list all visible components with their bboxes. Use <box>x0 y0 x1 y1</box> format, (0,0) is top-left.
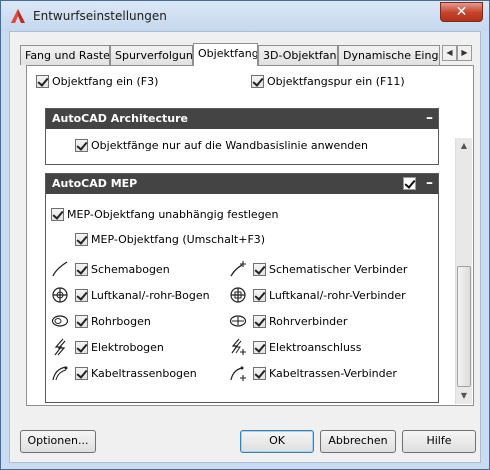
tab-dynamische-eingabe[interactable]: Dynamische Eingabe <box>338 45 440 65</box>
ok-button[interactable]: OK <box>240 430 314 453</box>
tab-3d-objektfang[interactable]: 3D-Objektfang <box>258 45 338 65</box>
window-title: Entwurfseinstellungen <box>33 9 167 23</box>
checkbox[interactable] <box>253 314 266 328</box>
scroll-down-icon[interactable]: ▼ <box>456 388 472 404</box>
kabeltrassen-verbinder-label: Kabeltrassen-Verbinder <box>269 366 397 380</box>
dialog-client-area: Fang und Raster Spurverfolgung Objektfan… <box>9 31 481 463</box>
mep-enable-checkbox[interactable] <box>403 177 416 190</box>
cable-tray-curve-icon <box>52 366 68 381</box>
tab-spurverfolgung[interactable]: Spurverfolgung <box>110 45 193 65</box>
mep-title: AutoCAD MEP <box>52 177 138 190</box>
mep-unabhaengig-checkbox[interactable]: MEP-Objektfang unabhängig festlegen <box>51 206 278 222</box>
schematischer-verbinder-label: Schematischer Verbinder <box>269 262 408 276</box>
schematic-connector-icon <box>230 261 246 277</box>
electrical-curve-icon <box>54 338 66 356</box>
objektfang-ein-label: Objektfang ein (F3) <box>52 74 159 88</box>
objektfangspur-ein-label: Objektfangspur ein (F11) <box>267 74 405 88</box>
checkbox[interactable] <box>75 288 88 302</box>
luftkanal-bogen-checkbox[interactable]: Luftkanal/-rohr-Bogen <box>75 287 210 303</box>
checkbox[interactable] <box>253 366 266 380</box>
checkbox[interactable] <box>75 232 88 246</box>
objektfang-panel: Objektfang ein (F3) Objektfangspur ein (… <box>26 65 474 406</box>
kabeltrassenbogen-checkbox[interactable]: Kabeltrassenbogen <box>75 365 197 381</box>
schematic-arc-icon <box>52 261 68 277</box>
objektfang-ein-checkbox[interactable]: Objektfang ein (F3) <box>36 73 158 89</box>
checkbox[interactable] <box>75 262 88 276</box>
schematischer-verbinder-checkbox[interactable]: Schematischer Verbinder <box>253 261 407 277</box>
help-button[interactable]: Hilfe <box>402 430 476 453</box>
mep-umschalt-label: MEP-Objektfang (Umschalt+F3) <box>91 232 266 246</box>
checkbox[interactable] <box>253 262 266 276</box>
dialog-window: Entwurfseinstellungen ✕ Fang und Raster … <box>0 0 490 470</box>
luftkanal-verbinder-label: Luftkanal/-rohr-Verbinder <box>269 288 406 302</box>
tab-objektfang[interactable]: Objektfang <box>193 43 258 66</box>
elektrobogen-checkbox[interactable]: Elektrobogen <box>75 339 164 355</box>
cancel-button[interactable]: Abbrechen <box>320 430 396 453</box>
mep-group: AutoCAD MEP – MEP-Objektfang unabhängig … <box>45 173 439 403</box>
checkbox[interactable] <box>75 138 88 152</box>
duct-connector-icon <box>230 287 246 303</box>
architecture-group: AutoCAD Architecture – Objektfänge nur a… <box>45 108 439 165</box>
vertical-scrollbar[interactable]: ▲ ▼ <box>455 138 472 404</box>
architecture-title: AutoCAD Architecture <box>52 112 188 125</box>
kabeltrassenbogen-label: Kabeltrassenbogen <box>91 366 197 380</box>
objektfangspur-ein-checkbox[interactable]: Objektfangspur ein (F11) <box>251 73 405 89</box>
checkbox[interactable] <box>36 74 49 88</box>
checkbox[interactable] <box>251 74 264 88</box>
tab-strip: Fang und Raster Spurverfolgung Objektfan… <box>20 43 472 66</box>
tab-scroll-left-button[interactable]: ◀ <box>442 45 457 61</box>
checkbox[interactable] <box>75 340 88 354</box>
tab-scroll-right-button[interactable]: ▶ <box>457 45 472 61</box>
elektroanschluss-label: Elektroanschluss <box>269 340 362 354</box>
wandbasislinie-checkbox[interactable]: Objektfänge nur auf die Wandbasislinie a… <box>75 137 368 153</box>
rohrverbinder-label: Rohrverbinder <box>269 314 348 328</box>
checkbox[interactable] <box>75 366 88 380</box>
title-bar[interactable]: Entwurfseinstellungen ✕ <box>1 1 489 31</box>
schemabogen-label: Schemabogen <box>91 262 170 276</box>
tab-fang-und-raster[interactable]: Fang und Raster <box>20 45 110 65</box>
autocad-a-icon <box>11 9 25 23</box>
pipe-connector-icon <box>229 315 247 327</box>
elektroanschluss-checkbox[interactable]: Elektroanschluss <box>253 339 361 355</box>
checkbox[interactable] <box>253 340 266 354</box>
mep-umschalt-checkbox[interactable]: MEP-Objektfang (Umschalt+F3) <box>75 231 265 247</box>
options-button[interactable]: Optionen... <box>20 430 96 453</box>
schemabogen-checkbox[interactable]: Schemabogen <box>75 261 170 277</box>
kabeltrassen-verbinder-checkbox[interactable]: Kabeltrassen-Verbinder <box>253 365 397 381</box>
collapse-icon[interactable]: – <box>426 110 433 126</box>
elektrobogen-label: Elektrobogen <box>91 340 164 354</box>
wandbasislinie-label: Objektfänge nur auf die Wandbasislinie a… <box>91 138 369 152</box>
mep-header[interactable]: AutoCAD MEP – <box>46 174 438 194</box>
scroll-up-icon[interactable]: ▲ <box>456 138 472 154</box>
close-button[interactable]: ✕ <box>440 2 483 22</box>
luftkanal-bogen-label: Luftkanal/-rohr-Bogen <box>91 288 210 302</box>
duct-curve-icon <box>52 287 68 303</box>
luftkanal-verbinder-checkbox[interactable]: Luftkanal/-rohr-Verbinder <box>253 287 406 303</box>
pipe-curve-icon <box>51 315 69 327</box>
electrical-connection-icon <box>231 338 246 355</box>
scroll-thumb[interactable] <box>457 266 471 387</box>
checkbox[interactable] <box>253 288 266 302</box>
rohrbogen-label: Rohrbogen <box>91 314 151 328</box>
close-icon: ✕ <box>455 4 468 20</box>
rohrverbinder-checkbox[interactable]: Rohrverbinder <box>253 313 347 329</box>
rohrbogen-checkbox[interactable]: Rohrbogen <box>75 313 151 329</box>
cable-tray-connector-icon <box>230 366 246 381</box>
collapse-icon[interactable]: – <box>426 175 433 191</box>
mep-unabhaengig-label: MEP-Objektfang unabhängig festlegen <box>67 207 279 221</box>
checkbox[interactable] <box>51 207 64 221</box>
checkbox[interactable] <box>75 314 88 328</box>
architecture-header[interactable]: AutoCAD Architecture – <box>46 109 438 129</box>
